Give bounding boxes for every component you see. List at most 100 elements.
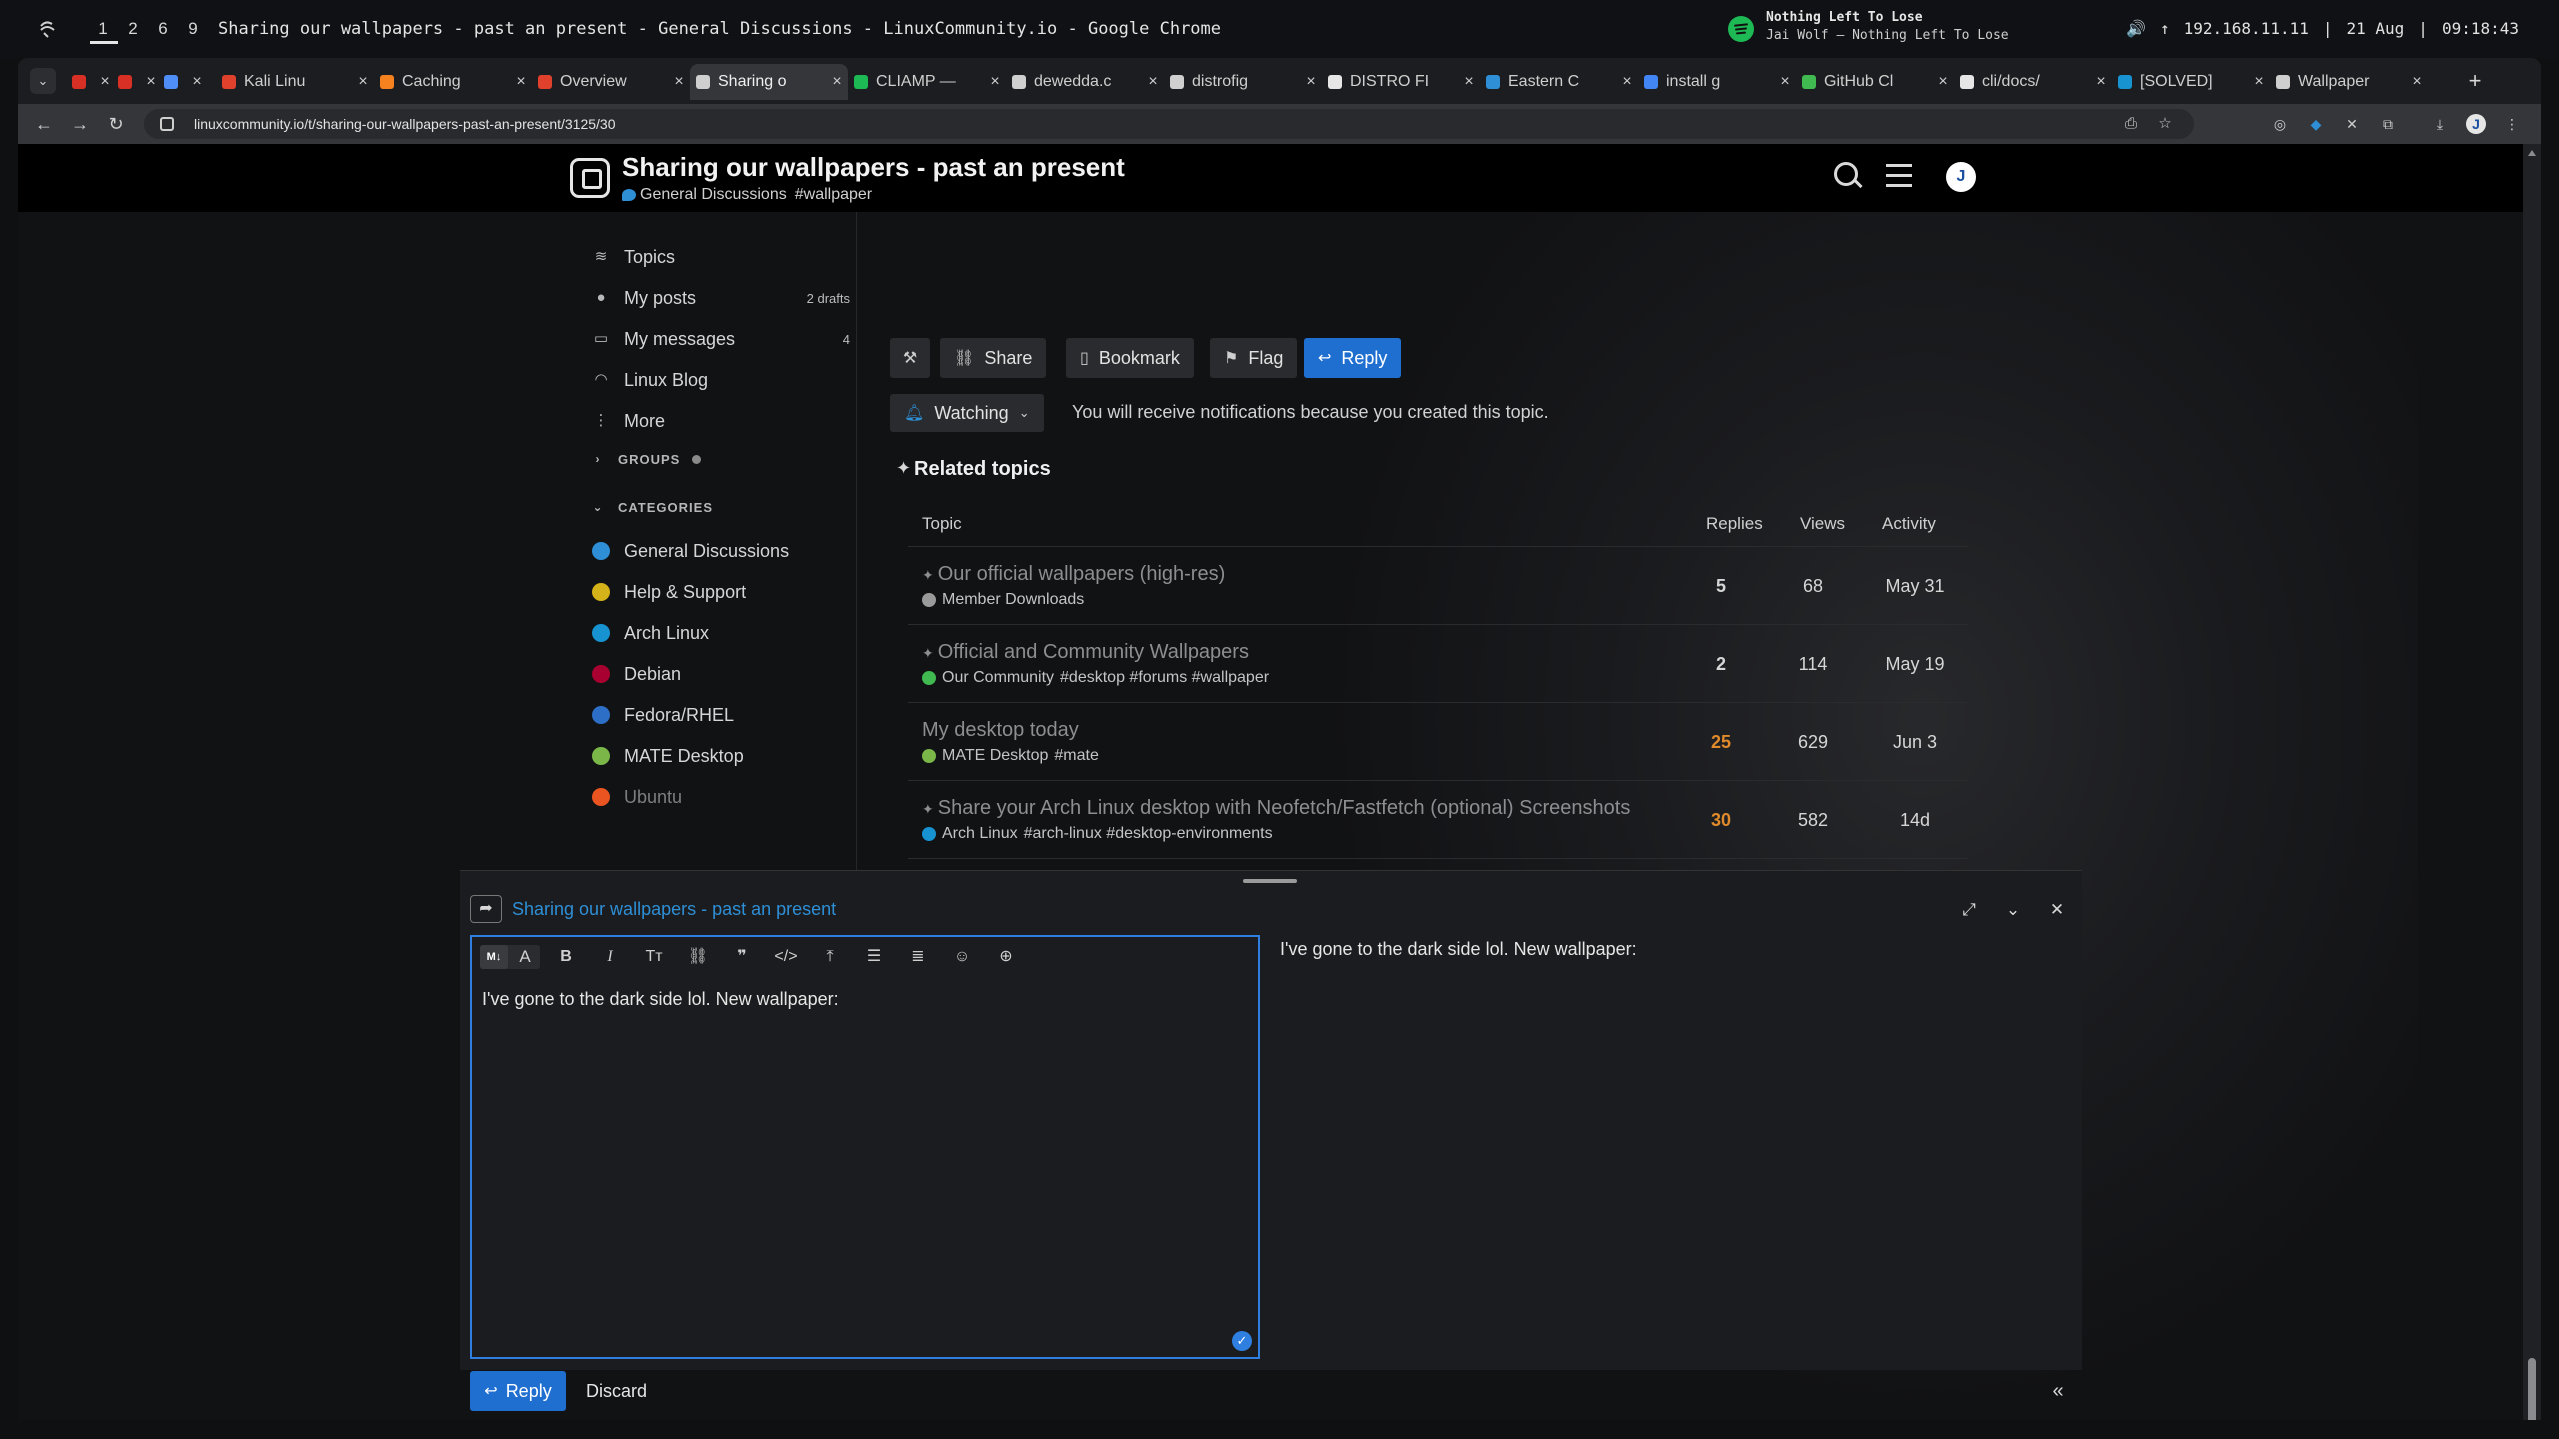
share-button[interactable]: ⛓ Share bbox=[940, 338, 1047, 378]
admin-wrench-button[interactable]: ⚒ bbox=[890, 338, 930, 378]
bold-icon[interactable]: B bbox=[554, 945, 578, 969]
sidebar-category-item[interactable]: Debian bbox=[566, 659, 856, 689]
browser-tab[interactable]: GitHub Cl × bbox=[1796, 64, 1954, 100]
topic-replies[interactable]: 30 bbox=[1686, 781, 1756, 859]
col-header-views[interactable]: Views bbox=[1800, 514, 1845, 534]
tab-close-icon[interactable]: × bbox=[186, 73, 204, 91]
tab-close-icon[interactable]: × bbox=[1142, 73, 1164, 91]
heading-icon[interactable]: Tт bbox=[642, 945, 666, 969]
sidebar-item-more[interactable]: ⋮ More bbox=[566, 406, 856, 436]
tab-close-icon[interactable]: × bbox=[826, 73, 848, 91]
sidebar-section-categories[interactable]: ⌄ CATEGORIES bbox=[566, 496, 856, 518]
browser-tab[interactable]: [SOLVED] × bbox=[2112, 64, 2270, 100]
topic-title[interactable]: Sharing our wallpapers - past an present bbox=[622, 152, 1125, 183]
topic-link[interactable]: ✦ Share your Arch Linux desktop with Neof… bbox=[922, 797, 1630, 820]
quote-icon[interactable]: ❞ bbox=[730, 945, 754, 969]
tab-close-icon[interactable]: × bbox=[94, 73, 112, 91]
sidebar-category-item[interactable]: Ubuntu bbox=[566, 782, 856, 812]
submit-reply-button[interactable]: ↩ Reply bbox=[470, 1371, 566, 1411]
wm-logo-icon[interactable] bbox=[38, 18, 60, 40]
topic-replies[interactable]: 5 bbox=[1686, 547, 1756, 625]
editor-textarea[interactable]: I've gone to the dark side lol. New wall… bbox=[482, 989, 839, 1010]
tab-close-icon[interactable]: × bbox=[1300, 73, 1322, 91]
discard-button[interactable]: Discard bbox=[586, 1371, 647, 1411]
topic-tags[interactable]: #mate bbox=[1054, 747, 1098, 765]
flag-button[interactable]: ⚑ Flag bbox=[1210, 338, 1298, 378]
browser-tab[interactable]: DISTRO FI × bbox=[1322, 64, 1480, 100]
collapse-preview-icon[interactable]: « bbox=[2046, 1379, 2070, 1403]
sidebar-item-topics[interactable]: ≋ Topics bbox=[566, 242, 856, 272]
browser-tab[interactable]: Caching × bbox=[374, 64, 532, 100]
reload-icon[interactable]: ↻ bbox=[104, 112, 128, 136]
composer-resize-grip[interactable] bbox=[1243, 879, 1297, 883]
search-icon[interactable] bbox=[1834, 162, 1864, 192]
topic-replies[interactable]: 2 bbox=[1686, 625, 1756, 703]
tab-close-icon[interactable]: × bbox=[2248, 73, 2270, 91]
reply-button[interactable]: ↩ Reply bbox=[1304, 338, 1402, 378]
tab-close-icon[interactable]: × bbox=[352, 73, 374, 91]
reply-share-icon[interactable]: ➦ bbox=[470, 895, 502, 923]
browser-tab[interactable]: cli/docs/ × bbox=[1954, 64, 2112, 100]
upload-icon[interactable]: ⤒ bbox=[818, 945, 842, 969]
workspace-9[interactable]: 9 bbox=[178, 0, 208, 58]
topic-link[interactable]: ✦ Our official wallpapers (high-res) bbox=[922, 563, 1225, 586]
extension-glasses-icon[interactable]: ◎ bbox=[2270, 114, 2290, 134]
browser-tab[interactable]: distrofig × bbox=[1164, 64, 1322, 100]
address-bar[interactable]: linuxcommunity.io/t/sharing-our-wallpape… bbox=[144, 109, 2194, 139]
scroll-up-arrow-icon[interactable] bbox=[2528, 150, 2536, 156]
install-app-icon[interactable]: ⎙ bbox=[2122, 115, 2140, 133]
topic-tags[interactable]: #desktop #forums #wallpaper bbox=[1060, 669, 1269, 687]
sidebar-item-my-messages[interactable]: ▭ My messages 4 bbox=[566, 324, 856, 354]
browser-tab[interactable]: CLIAMP — × bbox=[848, 64, 1006, 100]
sidebar-category-item[interactable]: Arch Linux bbox=[566, 618, 856, 648]
extensions-puzzle-icon[interactable]: ⧉ bbox=[2378, 114, 2398, 134]
browser-tab[interactable]: × bbox=[66, 64, 112, 100]
emoji-icon[interactable]: ☺ bbox=[950, 945, 974, 969]
sidebar-category-item[interactable]: General Discussions bbox=[566, 536, 856, 566]
tab-close-icon[interactable]: × bbox=[984, 73, 1006, 91]
browser-tab[interactable]: × bbox=[112, 64, 158, 100]
category-link[interactable]: Member Downloads bbox=[942, 591, 1084, 609]
user-avatar[interactable]: J bbox=[1946, 162, 1976, 192]
new-tab-button[interactable]: + bbox=[2462, 68, 2488, 94]
notification-level-dropdown[interactable]: 🔔︎ Watching ⌄ bbox=[890, 394, 1044, 432]
spotify-icon[interactable] bbox=[1728, 16, 1754, 42]
browser-tab[interactable]: Sharing o × bbox=[690, 64, 848, 100]
browser-tab[interactable]: install g × bbox=[1638, 64, 1796, 100]
topic-activity[interactable]: May 19 bbox=[1870, 625, 1960, 703]
volume-icon[interactable]: 🔊 bbox=[2126, 0, 2146, 58]
downloads-icon[interactable]: ⤓ bbox=[2430, 114, 2450, 134]
site-info-icon[interactable] bbox=[160, 117, 174, 131]
editor-mode-toggle[interactable]: M↓ A bbox=[480, 945, 540, 969]
tab-close-icon[interactable]: × bbox=[140, 73, 158, 91]
site-logo-icon[interactable] bbox=[570, 158, 610, 198]
col-header-topic[interactable]: Topic bbox=[922, 514, 962, 534]
category-link[interactable]: Our Community bbox=[942, 669, 1054, 687]
url-text[interactable]: linuxcommunity.io/t/sharing-our-wallpape… bbox=[194, 109, 616, 139]
sidebar-item-linux-blog[interactable]: ◠ Linux Blog bbox=[566, 365, 856, 395]
fullscreen-icon[interactable]: ⤢ bbox=[1958, 899, 1980, 921]
sidebar-category-item[interactable]: Help & Support bbox=[566, 577, 856, 607]
bookmark-star-icon[interactable]: ☆ bbox=[2156, 115, 2174, 133]
tag-link[interactable]: #wallpaper bbox=[795, 186, 872, 204]
bullet-list-icon[interactable]: ☰ bbox=[862, 945, 886, 969]
page-scrollbar[interactable] bbox=[2523, 144, 2541, 1420]
profile-avatar[interactable]: J bbox=[2466, 114, 2486, 134]
browser-tab[interactable]: Wallpaper × bbox=[2270, 64, 2428, 100]
workspace-2[interactable]: 2 bbox=[118, 0, 148, 58]
forward-arrow-icon[interactable]: → bbox=[68, 112, 92, 136]
tab-close-icon[interactable]: × bbox=[1616, 73, 1638, 91]
browser-tab[interactable]: Kali Linu × bbox=[216, 64, 374, 100]
browser-tab[interactable]: Overview × bbox=[532, 64, 690, 100]
topic-activity[interactable]: May 31 bbox=[1870, 547, 1960, 625]
plus-circle-icon[interactable]: ⊕ bbox=[994, 945, 1018, 969]
browser-tab[interactable]: Eastern C × bbox=[1480, 64, 1638, 100]
topic-replies[interactable]: 25 bbox=[1686, 703, 1756, 781]
topic-activity[interactable]: Jun 3 bbox=[1870, 703, 1960, 781]
tab-close-icon[interactable]: × bbox=[1774, 73, 1796, 91]
category-link[interactable]: General Discussions bbox=[622, 186, 787, 204]
italic-icon[interactable]: I bbox=[598, 945, 622, 969]
reply-to-topic-link[interactable]: Sharing our wallpapers - past an present bbox=[512, 899, 836, 920]
tab-close-icon[interactable]: × bbox=[668, 73, 690, 91]
sidebar-item-my-posts[interactable]: ● My posts 2 drafts bbox=[566, 283, 856, 313]
